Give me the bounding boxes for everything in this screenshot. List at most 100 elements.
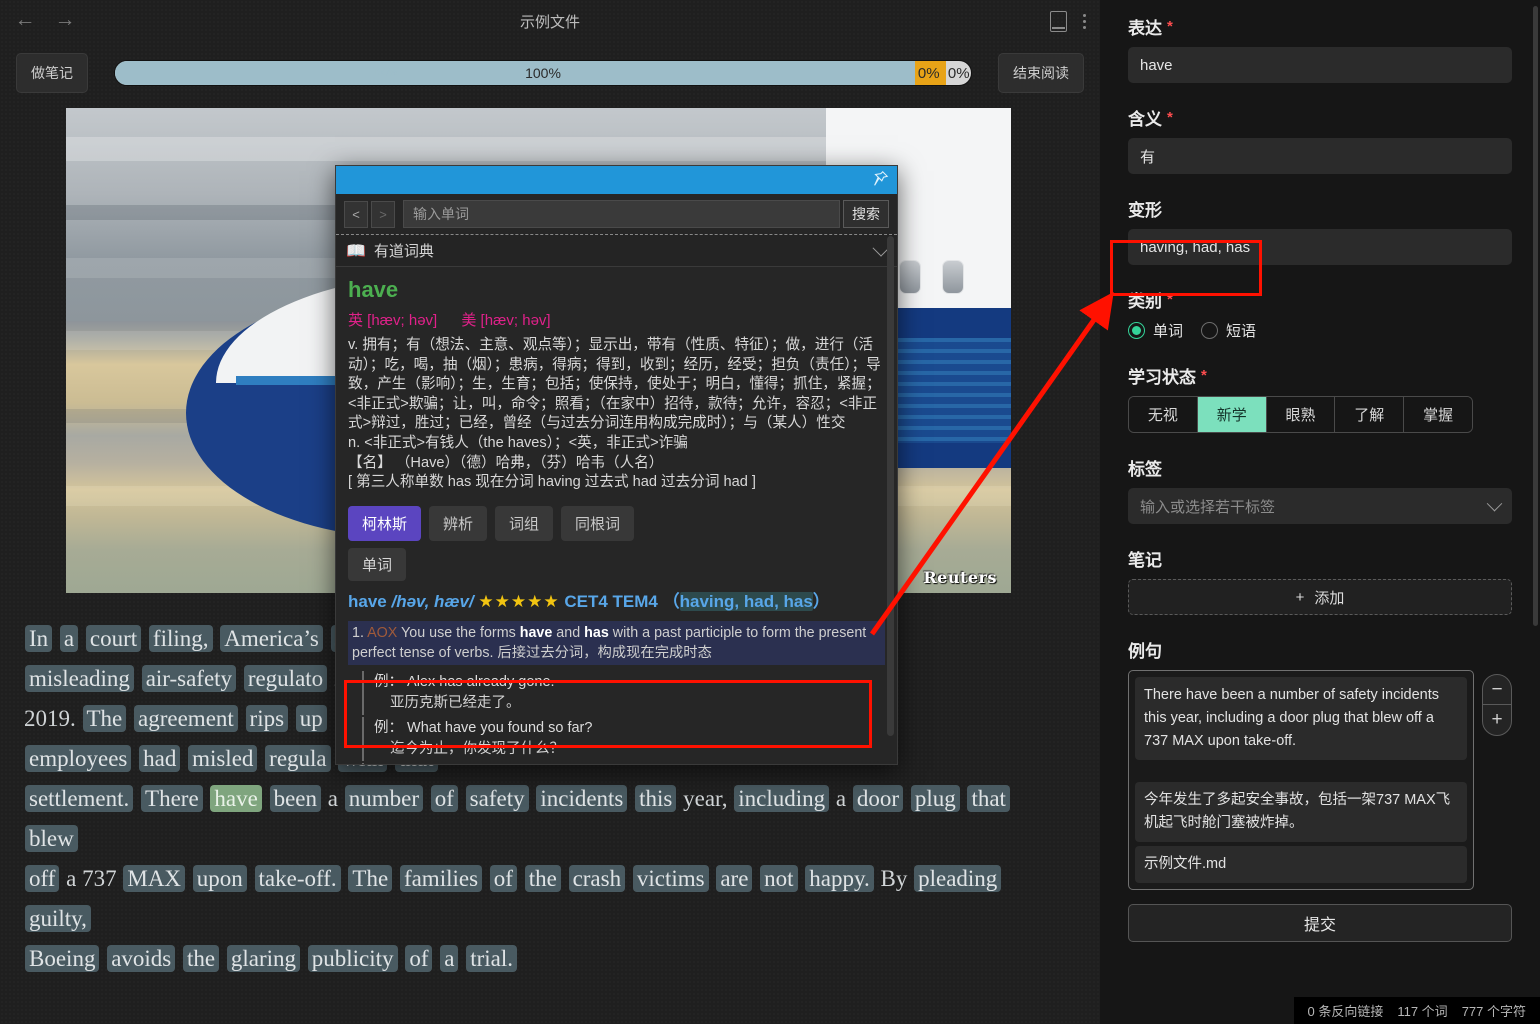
submit-button[interactable]: 提交 <box>1128 904 1512 942</box>
doc-word-chip[interactable]: the <box>183 945 220 972</box>
doc-word-plain[interactable]: year, <box>683 786 733 811</box>
doc-word-chip[interactable]: been <box>269 785 322 812</box>
status-option-known[interactable]: 了解 <box>1335 397 1405 432</box>
sentence-add-button[interactable]: + <box>1483 705 1511 735</box>
doc-word-chip[interactable]: of <box>405 945 433 972</box>
status-option-new[interactable]: 新学 <box>1197 397 1267 432</box>
status-option-ignore[interactable]: 无视 <box>1129 397 1198 432</box>
doc-word-chip[interactable]: not <box>760 865 798 892</box>
doc-word-chip[interactable]: The <box>348 865 393 892</box>
doc-word-chip[interactable]: publicity <box>307 945 398 972</box>
doc-word-plain[interactable]: 737 <box>82 866 122 891</box>
tab-collins[interactable]: 柯林斯 <box>348 505 422 541</box>
kebab-menu-icon[interactable] <box>1083 13 1086 29</box>
radio-phrase[interactable]: 短语 <box>1201 320 1256 341</box>
dict-search-input[interactable]: 输入单词 <box>403 200 840 228</box>
book-icon[interactable] <box>1050 10 1067 32</box>
doc-word-chip[interactable]: The <box>82 705 127 732</box>
radio-word[interactable]: 单词 <box>1128 320 1183 341</box>
reading-progress-bar[interactable]: 100% 100% 0% 0% <box>114 60 972 86</box>
panel-scrollbar[interactable] <box>1533 6 1538 626</box>
status-option-familiar[interactable]: 眼熟 <box>1266 397 1336 432</box>
dictionary-scrollbar[interactable] <box>887 236 894 736</box>
doc-word-chip[interactable]: Boeing <box>25 945 100 972</box>
dict-search-button[interactable]: 搜索 <box>843 200 889 228</box>
doc-word-chip[interactable]: regulato <box>243 665 328 692</box>
doc-word-chip[interactable]: a <box>59 625 79 652</box>
doc-word-chip[interactable]: trial. <box>466 945 517 972</box>
doc-word-chip[interactable]: the <box>524 865 561 892</box>
doc-word-chip[interactable]: guilty, <box>25 905 91 932</box>
tab-phrases[interactable]: 词组 <box>495 505 554 541</box>
forms-input[interactable]: having, had, has <box>1128 229 1512 265</box>
doc-word-chip[interactable]: safety <box>465 785 529 812</box>
doc-word-plain[interactable]: 2019. <box>24 706 82 731</box>
status-option-mastered[interactable]: 掌握 <box>1404 397 1472 432</box>
subtab-word[interactable]: 单词 <box>348 547 407 581</box>
doc-word-chip[interactable]: happy. <box>805 865 874 892</box>
doc-word-chip[interactable]: plug <box>910 785 960 812</box>
add-note-button[interactable]: + 添加 <box>1128 579 1512 615</box>
doc-word-chip[interactable]: regula <box>265 745 331 772</box>
doc-word-chip[interactable]: that <box>967 785 1010 812</box>
doc-word-chip[interactable]: families <box>399 865 483 892</box>
pin-icon[interactable] <box>871 170 889 188</box>
doc-word-highlighted[interactable]: have <box>210 785 262 812</box>
doc-word-chip[interactable]: settlement. <box>25 785 134 812</box>
doc-word-chip[interactable]: In <box>25 625 53 652</box>
take-notes-button[interactable]: 做笔记 <box>16 53 88 93</box>
doc-word-chip[interactable]: this <box>635 785 677 812</box>
doc-word-plain[interactable]: a <box>328 786 344 811</box>
doc-word-chip[interactable]: court <box>85 625 142 652</box>
doc-word-plain[interactable]: By <box>881 866 914 891</box>
doc-word-chip[interactable]: MAX <box>123 865 186 892</box>
doc-word-chip[interactable]: a <box>440 945 459 972</box>
sentence-en-input[interactable]: There have been a number of safety incid… <box>1135 677 1467 760</box>
doc-word-chip[interactable]: filing, <box>148 625 213 652</box>
doc-word-chip[interactable]: incidents <box>536 785 628 812</box>
doc-word-chip[interactable]: take-off. <box>254 865 341 892</box>
dict-forward-button[interactable]: > <box>371 200 395 228</box>
expression-input[interactable]: have <box>1128 47 1512 83</box>
end-reading-button[interactable]: 结束阅读 <box>998 53 1084 93</box>
arrow-left-icon[interactable]: ← <box>14 9 36 32</box>
meaning-input[interactable]: 有 <box>1128 138 1512 174</box>
sentence-remove-button[interactable]: − <box>1483 675 1511 705</box>
doc-word-chip[interactable]: There <box>141 785 203 812</box>
arrow-right-icon[interactable]: → <box>54 9 76 32</box>
doc-word-chip[interactable]: agreement <box>134 705 238 732</box>
doc-word-plain[interactable]: a <box>836 786 852 811</box>
doc-word-chip[interactable]: misleading <box>25 665 134 692</box>
sentence-source-input[interactable]: 示例文件.md <box>1135 846 1467 883</box>
doc-word-chip[interactable]: are <box>716 865 753 892</box>
doc-word-chip[interactable]: up <box>295 705 327 732</box>
dictionary-titlebar[interactable] <box>336 166 897 194</box>
tags-select[interactable]: 输入或选择若干标签 <box>1128 488 1512 524</box>
doc-word-chip[interactable]: number <box>344 785 423 812</box>
dict-back-button[interactable]: < <box>344 200 368 228</box>
tab-distinguish[interactable]: 辨析 <box>429 505 488 541</box>
doc-word-chip[interactable]: including <box>734 785 830 812</box>
sentence-zh-input[interactable]: 今年发生了多起安全事故，包括一架737 MAX飞机起飞时舱门塞被炸掉。 <box>1135 782 1467 842</box>
doc-word-plain[interactable]: a <box>66 866 82 891</box>
doc-word-chip[interactable]: pleading <box>914 865 1002 892</box>
dictionary-source-row[interactable]: 📖 有道词典 <box>336 234 897 267</box>
doc-word-chip[interactable]: of <box>489 865 517 892</box>
doc-word-chip[interactable]: victims <box>632 865 709 892</box>
doc-word-chip[interactable]: blew <box>25 825 78 852</box>
doc-word-chip[interactable]: avoids <box>107 945 176 972</box>
doc-word-chip[interactable]: upon <box>192 865 247 892</box>
doc-word-chip[interactable]: misled <box>188 745 258 772</box>
doc-word-chip[interactable]: America’s <box>220 625 323 652</box>
doc-word-chip[interactable]: crash <box>568 865 626 892</box>
doc-word-chip[interactable]: rips <box>245 705 289 732</box>
dictionary-popup[interactable]: < > 输入单词 搜索 📖 有道词典 have 英 [hæv; həv] 美 [… <box>335 165 898 765</box>
doc-word-chip[interactable]: employees <box>25 745 132 772</box>
doc-word-chip[interactable]: had <box>139 745 181 772</box>
tab-cognates[interactable]: 同根词 <box>561 505 635 541</box>
doc-word-chip[interactable]: glaring <box>226 945 301 972</box>
doc-word-chip[interactable]: off <box>25 865 60 892</box>
doc-word-chip[interactable]: air-safety <box>141 665 237 692</box>
doc-word-chip[interactable]: door <box>852 785 904 812</box>
doc-word-chip[interactable]: of <box>430 785 458 812</box>
